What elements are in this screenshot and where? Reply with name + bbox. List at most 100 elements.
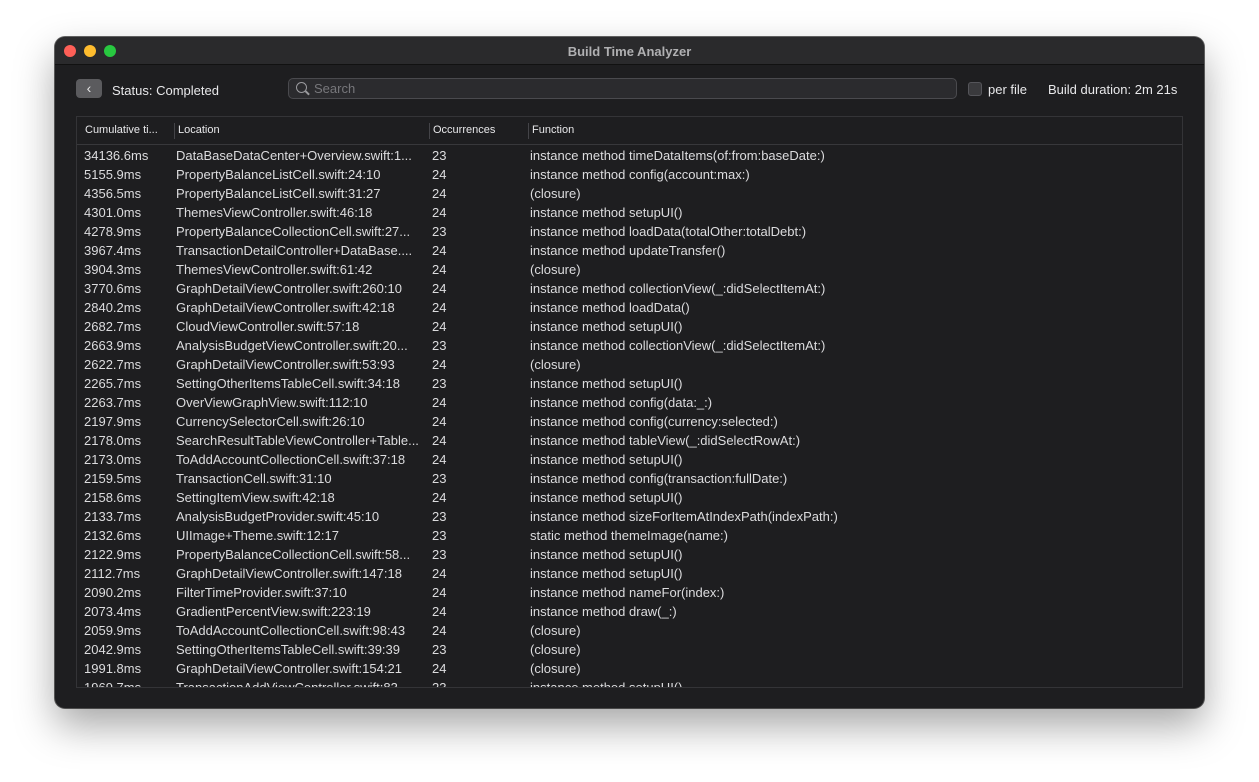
- cell-function: (closure): [530, 186, 581, 201]
- cell-cumulative-time: 2682.7ms: [84, 319, 142, 334]
- cell-cumulative-time: 2840.2ms: [84, 300, 142, 315]
- cell-cumulative-time: 5155.9ms: [84, 167, 142, 182]
- cell-function: (closure): [530, 642, 581, 657]
- table-row[interactable]: 2265.7ms SettingOtherItemsTableCell.swift…: [77, 374, 1182, 393]
- cell-function: instance method setupUI(): [530, 490, 683, 505]
- column-header-location[interactable]: Location: [178, 124, 418, 136]
- column-divider[interactable]: [429, 123, 430, 139]
- cell-location: AnalysisBudgetProvider.swift:45:10: [176, 509, 380, 524]
- cell-cumulative-time: 1969.7ms: [84, 680, 142, 688]
- cell-location: OverViewGraphView.swift:112:10: [176, 395, 368, 410]
- table-row[interactable]: 2263.7ms OverViewGraphView.swift:112:10 24…: [77, 393, 1182, 412]
- cell-occurrences: 23: [432, 376, 447, 391]
- cell-occurrences: 24: [432, 395, 447, 410]
- per-file-checkbox[interactable]: [968, 82, 982, 96]
- cell-occurrences: 23: [432, 471, 447, 486]
- cell-location: CurrencySelectorCell.swift:26:10: [176, 414, 365, 429]
- cell-occurrences: 24: [432, 167, 447, 182]
- cell-location: FilterTimeProvider.swift:37:10: [176, 585, 347, 600]
- search-icon: [296, 82, 307, 93]
- chevron-left-icon: ‹: [86, 80, 92, 96]
- table-row[interactable]: 2042.9ms SettingOtherItemsTableCell.swift…: [77, 640, 1182, 659]
- cell-occurrences: 24: [432, 319, 447, 334]
- table-row[interactable]: 2622.7ms GraphDetailViewController.swift:…: [77, 355, 1182, 374]
- cell-location: SettingItemView.swift:42:18: [176, 490, 335, 505]
- table-row[interactable]: 2197.9ms CurrencySelectorCell.swift:26:10…: [77, 412, 1182, 431]
- cell-location: ToAddAccountCollectionCell.swift:37:18: [176, 452, 406, 467]
- table-row[interactable]: 2122.9ms PropertyBalanceCollectionCell.sw…: [77, 545, 1182, 564]
- per-file-label[interactable]: per file: [988, 82, 1027, 97]
- cell-cumulative-time: 4278.9ms: [84, 224, 142, 239]
- table-row[interactable]: 34136.6ms DataBaseDataCenter+Overview.swi…: [77, 146, 1182, 165]
- window-title: Build Time Analyzer: [567, 44, 692, 59]
- table-row[interactable]: 2178.0ms SearchResultTableViewController+…: [77, 431, 1182, 450]
- cell-occurrences: 24: [432, 604, 447, 619]
- cell-occurrences: 23: [432, 148, 447, 163]
- cell-function: instance method setupUI(): [530, 319, 683, 334]
- cell-location: UIImage+Theme.swift:12:17: [176, 528, 339, 543]
- table-row[interactable]: 4301.0ms ThemesViewController.swift:46:18…: [77, 203, 1182, 222]
- cell-location: TransactionCell.swift:31:10: [176, 471, 332, 486]
- table-row[interactable]: 2663.9ms AnalysisBudgetViewController.swi…: [77, 336, 1182, 355]
- cell-location: AnalysisBudgetViewController.swift:20...: [176, 338, 408, 353]
- cell-occurrences: 24: [432, 661, 447, 676]
- cell-occurrences: 23: [432, 528, 447, 543]
- cell-occurrences: 24: [432, 433, 447, 448]
- cell-occurrences: 24: [432, 243, 447, 258]
- cell-function: instance method config(currency:selected…: [530, 414, 778, 429]
- cell-cumulative-time: 4356.5ms: [84, 186, 142, 201]
- table-row[interactable]: 3770.6ms GraphDetailViewController.swift:…: [77, 279, 1182, 298]
- column-header-function[interactable]: Function: [532, 124, 832, 136]
- table-row[interactable]: 1991.8ms GraphDetailViewController.swift:…: [77, 659, 1182, 678]
- app-window: Build Time Analyzer ‹ Status: Completed …: [55, 37, 1204, 708]
- cell-location: ThemesViewController.swift:46:18: [176, 205, 373, 220]
- table-row[interactable]: 1969.7ms TransactionAddViewController.swi…: [77, 678, 1182, 688]
- cell-cumulative-time: 2265.7ms: [84, 376, 142, 391]
- table-row[interactable]: 4278.9ms PropertyBalanceCollectionCell.sw…: [77, 222, 1182, 241]
- cell-location: PropertyBalanceCollectionCell.swift:58..…: [176, 547, 411, 562]
- cell-function: instance method setupUI(): [530, 205, 683, 220]
- cell-occurrences: 24: [432, 262, 447, 277]
- cell-location: GradientPercentView.swift:223:19: [176, 604, 371, 619]
- cell-cumulative-time: 1991.8ms: [84, 661, 142, 676]
- table-row[interactable]: 4356.5ms PropertyBalanceListCell.swift:31…: [77, 184, 1182, 203]
- table-row[interactable]: 3967.4ms TransactionDetailController+Data…: [77, 241, 1182, 260]
- table-row[interactable]: 2112.7ms GraphDetailViewController.swift:…: [77, 564, 1182, 583]
- cell-location: GraphDetailViewController.swift:260:10: [176, 281, 402, 296]
- column-divider[interactable]: [528, 123, 529, 139]
- cell-cumulative-time: 2622.7ms: [84, 357, 142, 372]
- cell-function: (closure): [530, 357, 581, 372]
- cell-function: instance method nameFor(index:): [530, 585, 725, 600]
- cell-cumulative-time: 2133.7ms: [84, 509, 142, 524]
- cell-cumulative-time: 2663.9ms: [84, 338, 142, 353]
- search-input[interactable]: [314, 80, 944, 97]
- cell-occurrences: 24: [432, 205, 447, 220]
- column-header-occurrences[interactable]: Occurrences: [433, 124, 523, 136]
- back-button[interactable]: ‹: [76, 79, 102, 98]
- column-header-cumulative-time[interactable]: Cumulative ti...: [85, 124, 169, 136]
- cell-cumulative-time: 2263.7ms: [84, 395, 142, 410]
- cell-function: (closure): [530, 262, 581, 277]
- table-row[interactable]: 2133.7ms AnalysisBudgetProvider.swift:45:…: [77, 507, 1182, 526]
- cell-cumulative-time: 4301.0ms: [84, 205, 142, 220]
- cell-location: GraphDetailViewController.swift:53:93: [176, 357, 395, 372]
- cell-occurrences: 24: [432, 300, 447, 315]
- table-row[interactable]: 2159.5ms TransactionCell.swift:31:10 23 ins…: [77, 469, 1182, 488]
- table-row[interactable]: 5155.9ms PropertyBalanceListCell.swift:24…: [77, 165, 1182, 184]
- table-row[interactable]: 2090.2ms FilterTimeProvider.swift:37:10 24…: [77, 583, 1182, 602]
- cell-location: PropertyBalanceCollectionCell.swift:27..…: [176, 224, 411, 239]
- table-row[interactable]: 2682.7ms CloudViewController.swift:57:18 2…: [77, 317, 1182, 336]
- table-row[interactable]: 2073.4ms GradientPercentView.swift:223:19…: [77, 602, 1182, 621]
- column-divider[interactable]: [174, 123, 175, 139]
- cell-cumulative-time: 2178.0ms: [84, 433, 142, 448]
- table-row[interactable]: 2059.9ms ToAddAccountCollectionCell.swift…: [77, 621, 1182, 640]
- table-row[interactable]: 3904.3ms ThemesViewController.swift:61:42…: [77, 260, 1182, 279]
- table-row[interactable]: 2840.2ms GraphDetailViewController.swift:…: [77, 298, 1182, 317]
- search-field[interactable]: [288, 78, 957, 99]
- status-text: Status: Completed: [112, 83, 219, 98]
- table-row[interactable]: 2132.6ms UIImage+Theme.swift:12:17 23 stati…: [77, 526, 1182, 545]
- table-row[interactable]: 2158.6ms SettingItemView.swift:42:18 24 ins…: [77, 488, 1182, 507]
- table-row[interactable]: 2173.0ms ToAddAccountCollectionCell.swift…: [77, 450, 1182, 469]
- cell-cumulative-time: 2122.9ms: [84, 547, 142, 562]
- cell-cumulative-time: 2173.0ms: [84, 452, 142, 467]
